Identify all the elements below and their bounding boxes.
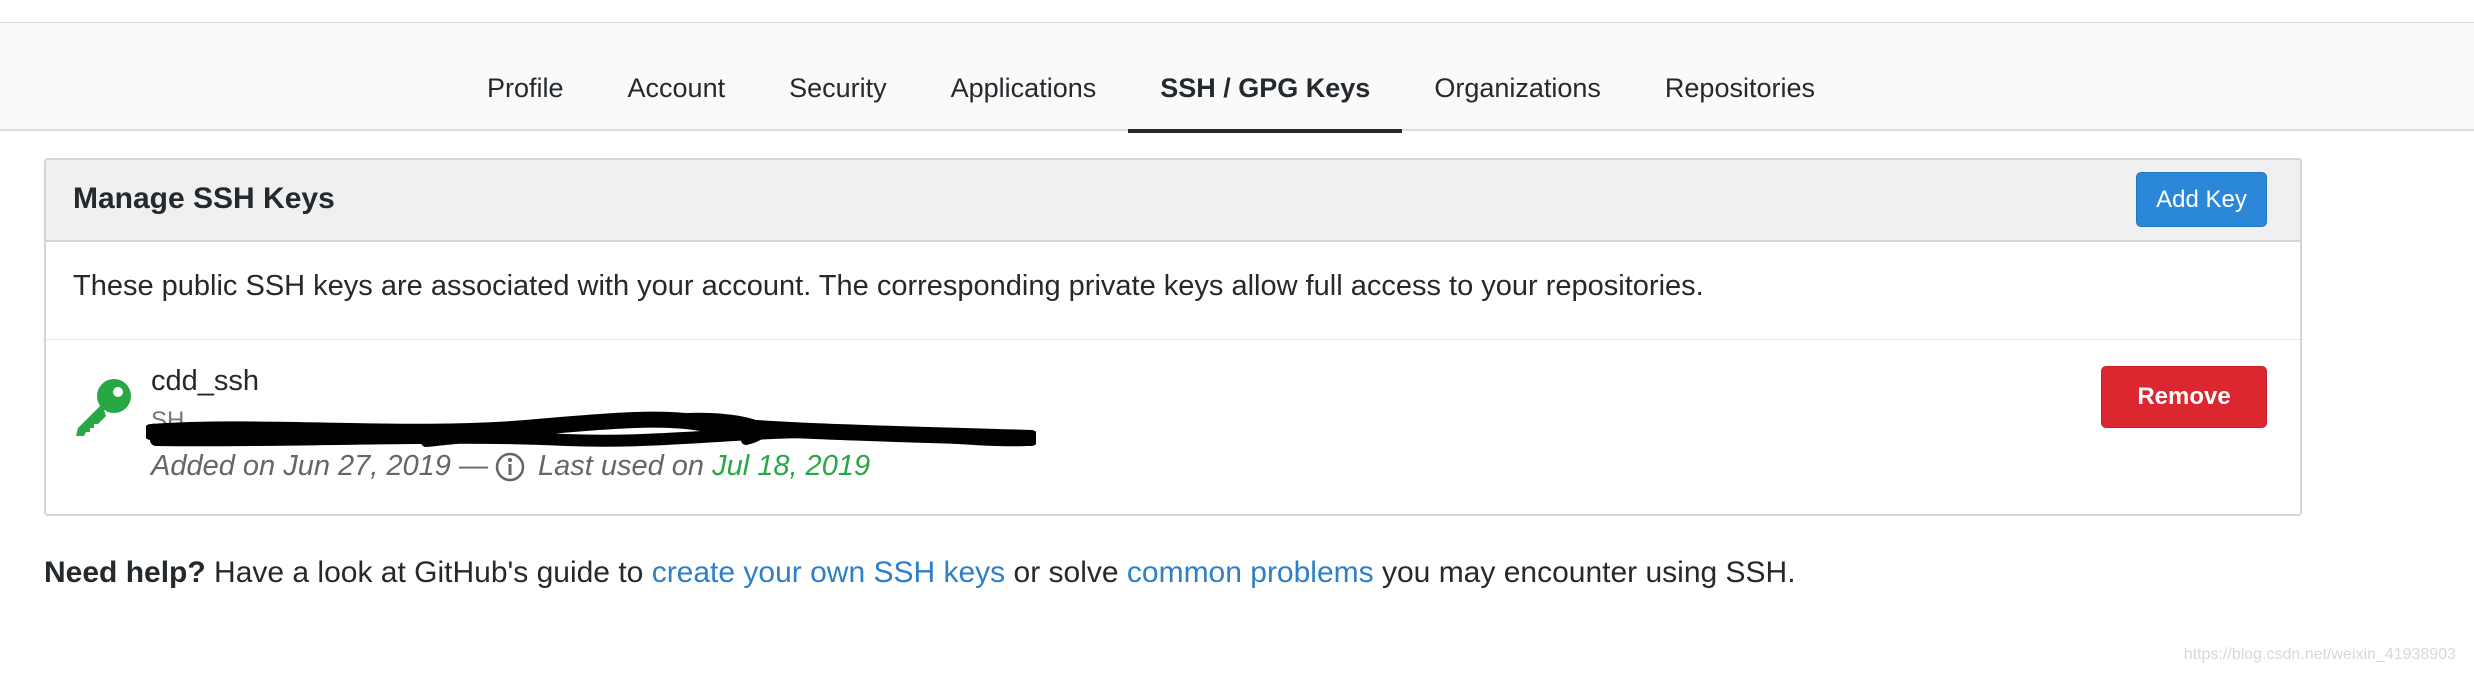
tab-ssh-gpg-keys[interactable]: SSH / GPG Keys (1128, 23, 1403, 133)
panel-description: These public SSH keys are associated wit… (46, 242, 2300, 340)
settings-nav-bar: Profile Account Security Applications SS… (0, 23, 2474, 133)
added-date: Added on Jun 27, 2019 — (151, 450, 488, 482)
tab-organizations[interactable]: Organizations (1402, 23, 1633, 131)
tab-security[interactable]: Security (757, 23, 919, 131)
help-text-part-3: you may encounter using SSH. (1373, 556, 1796, 589)
top-strip (0, 0, 2474, 23)
redaction-scribble (146, 411, 1036, 447)
help-lead: Need help? (44, 556, 206, 589)
help-text-part-1: Have a look at GitHub's guide to (205, 556, 652, 589)
description-text: These public SSH keys are associated wit… (73, 270, 1704, 302)
info-icon (495, 452, 525, 481)
last-used-date: Jul 18, 2019 (712, 450, 871, 482)
key-icon (76, 379, 131, 436)
tab-applications[interactable]: Applications (919, 23, 1129, 131)
tab-repositories[interactable]: Repositories (1633, 23, 1847, 131)
key-meta: Added on Jun 27, 2019 — Last used on Jul… (151, 450, 870, 483)
settings-tabs: Profile Account Security Applications SS… (455, 23, 1847, 133)
ssh-keys-panel: Manage SSH Keys Add Key These public SSH… (44, 158, 2302, 516)
remove-key-button[interactable]: Remove (2101, 366, 2267, 428)
common-problems-link[interactable]: common problems (1127, 556, 1374, 589)
create-ssh-keys-link[interactable]: create your own SSH keys (652, 556, 1005, 589)
panel-header: Manage SSH Keys Add Key (46, 160, 2300, 242)
add-key-button[interactable]: Add Key (2136, 172, 2267, 227)
watermark: https://blog.csdn.net/weixin_41938903 (2183, 646, 2456, 663)
panel-title: Manage SSH Keys (73, 182, 335, 215)
help-text: Need help? Have a look at GitHub's guide… (44, 556, 1796, 590)
tab-account[interactable]: Account (596, 23, 758, 131)
tab-profile[interactable]: Profile (455, 23, 596, 131)
ssh-key-row: cdd_ssh SH Added on Jun 27, 2019 — Last … (46, 340, 2300, 512)
last-used-label: Last used on (537, 450, 705, 482)
help-text-part-2: or solve (1005, 556, 1127, 589)
